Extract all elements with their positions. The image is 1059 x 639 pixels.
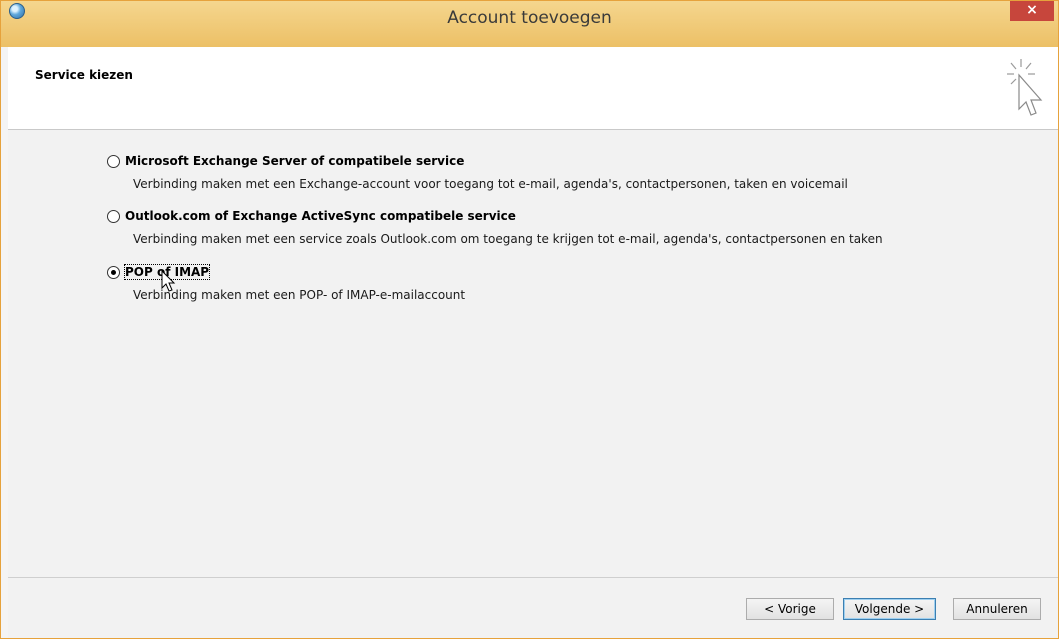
option-outlook-com-description: Verbinding maken met een service zoals O…	[133, 232, 883, 246]
option-outlook-com-label[interactable]: Outlook.com of Exchange ActiveSync compa…	[125, 209, 516, 223]
radio-outlook-com[interactable]	[107, 210, 120, 223]
mouse-pointer-icon	[161, 270, 176, 292]
next-button[interactable]: Volgende >	[843, 598, 936, 620]
page-title: Service kiezen	[35, 68, 133, 82]
cancel-button[interactable]: Annuleren	[953, 598, 1041, 620]
button-bar: < Vorige Volgende > Annuleren	[8, 577, 1058, 638]
back-button[interactable]: < Vorige	[746, 598, 834, 620]
radio-exchange[interactable]	[107, 155, 120, 168]
option-exchange-label[interactable]: Microsoft Exchange Server of compatibele…	[125, 154, 464, 168]
close-button[interactable]: ×	[1010, 1, 1054, 21]
radio-pop-imap[interactable]	[107, 266, 120, 279]
window-title: Account toevoegen	[447, 8, 612, 28]
title-bar[interactable]: Account toevoegen ×	[1, 1, 1058, 47]
option-pop-imap-description: Verbinding maken met een POP- of IMAP-e-…	[133, 288, 466, 302]
option-exchange-description: Verbinding maken met een Exchange-accoun…	[133, 177, 848, 191]
wizard-header: Service kiezen	[8, 47, 1058, 130]
wizard-cursor-icon	[1007, 59, 1043, 116]
dialog-body: Service kiezen Microsoft Exchange Server…	[8, 47, 1058, 638]
add-account-dialog: Account toevoegen × Service kiezen Micro…	[0, 0, 1059, 639]
